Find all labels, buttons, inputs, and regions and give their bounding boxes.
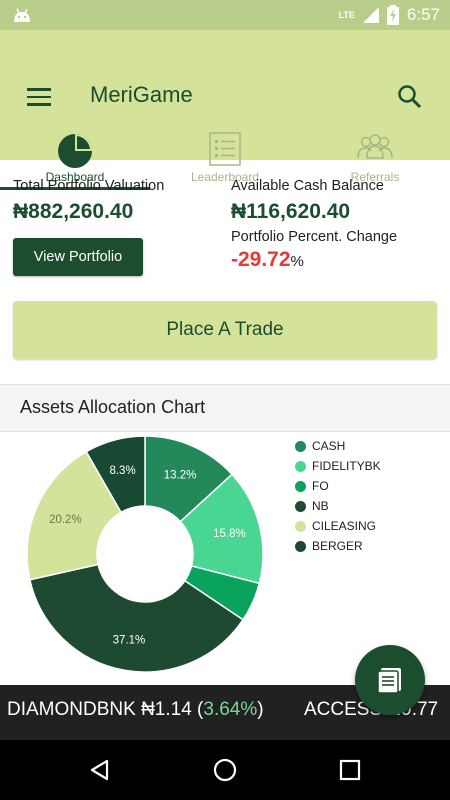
place-trade-button[interactable]: Place A Trade	[13, 301, 437, 359]
legend-label: FO	[312, 479, 329, 493]
search-icon[interactable]	[397, 84, 423, 110]
percent-change: -29.72%	[231, 248, 304, 272]
legend-label: BERGER	[312, 539, 363, 553]
percent-change-label: Portfolio Percent. Change	[231, 229, 398, 245]
recents-icon[interactable]	[338, 758, 362, 782]
legend-swatch	[295, 500, 306, 512]
legend-label: FIDELITYBK	[312, 459, 381, 473]
legend-item-nb: NB	[295, 496, 381, 516]
status-bar: LTE 6:57	[0, 0, 450, 30]
legend-item-fo: FO	[295, 476, 381, 496]
chart-legend: CASH FIDELITYBK FO NB CILEASING BERGER	[295, 436, 381, 556]
total-portfolio-label: Total Portfolio Valuation	[13, 178, 165, 194]
slice-label-cileasing: 20.2%	[49, 514, 82, 526]
legend-label: CILEASING	[312, 519, 377, 533]
app-title: MeriGame	[90, 82, 193, 107]
chart-title: Assets Allocation Chart	[20, 397, 206, 417]
fab-document-button[interactable]	[355, 645, 425, 715]
menu-icon[interactable]	[27, 88, 51, 106]
allocation-donut-chart: 13.2% 15.8% 37.1% 20.2% 8.3%	[26, 435, 264, 673]
network-type: LTE	[338, 10, 355, 20]
legend-swatch	[295, 440, 306, 452]
ticker-price: ₦1.14	[141, 699, 192, 720]
cash-balance-value: ₦116,620.40	[231, 200, 351, 223]
people-icon	[357, 134, 393, 159]
list-icon	[209, 132, 241, 166]
system-nav-bar	[0, 740, 450, 800]
slice-label-cash: 13.2%	[164, 469, 197, 481]
pie-chart-icon	[58, 134, 92, 168]
app-bar: MeriGame Dashboard Leaderboard Referrals	[0, 30, 450, 190]
document-icon	[377, 668, 401, 694]
chart-header: Assets Allocation Chart	[0, 384, 450, 432]
legend-item-fidelitybk: FIDELITYBK	[295, 456, 381, 476]
cash-balance-label: Available Cash Balance	[231, 178, 384, 194]
legend-swatch	[295, 460, 306, 472]
clock: 6:57	[406, 5, 440, 24]
legend-item-cileasing: CILEASING	[295, 516, 381, 536]
legend-label: NB	[312, 499, 329, 513]
signal-icon	[362, 7, 379, 23]
legend-swatch	[295, 540, 306, 552]
back-icon[interactable]	[88, 758, 112, 782]
battery-icon	[386, 5, 399, 25]
home-icon[interactable]	[213, 758, 237, 782]
legend-swatch	[295, 520, 306, 532]
legend-item-berger: BERGER	[295, 536, 381, 556]
legend-item-cash: CASH	[295, 436, 381, 456]
slice-label-berger: 8.3%	[109, 465, 135, 477]
ticker-change: 3.64%	[203, 699, 258, 720]
slice-label-fidelitybk: 15.8%	[213, 528, 246, 540]
percent-change-value: -29.72	[231, 248, 291, 271]
view-portfolio-button[interactable]: View Portfolio	[13, 238, 143, 276]
percent-sign: %	[290, 253, 304, 270]
android-icon	[14, 8, 30, 22]
total-portfolio-value: ₦882,260.40	[13, 200, 134, 223]
ticker-symbol: DIAMONDBNK	[7, 699, 136, 720]
legend-swatch	[295, 480, 306, 492]
slice-label-nb: 37.1%	[113, 635, 146, 647]
legend-label: CASH	[312, 439, 346, 453]
ticker-item[interactable]: DIAMONDBNK ₦1.14 (3.64%)	[7, 699, 264, 721]
